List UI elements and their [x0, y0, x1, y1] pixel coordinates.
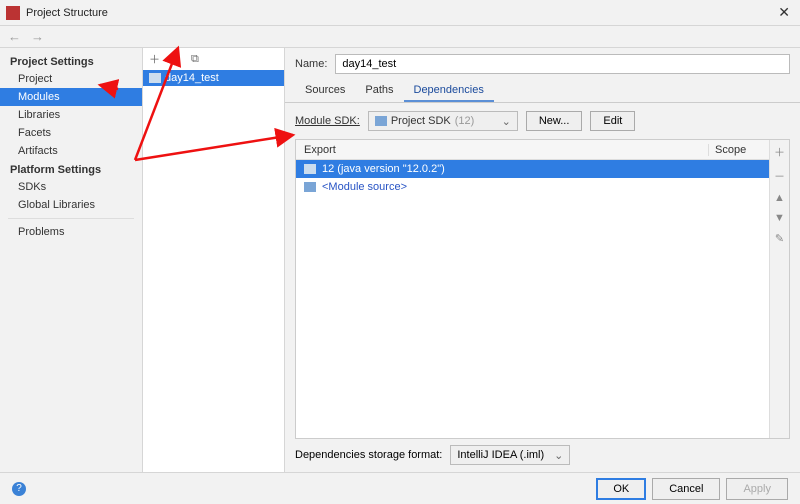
sidebar-item-project[interactable]: Project — [0, 70, 142, 88]
tab-sources[interactable]: Sources — [295, 80, 355, 102]
folder-icon — [304, 164, 316, 174]
sidebar-item-sdks[interactable]: SDKs — [0, 178, 142, 196]
window-title: Project Structure — [26, 7, 108, 19]
forward-icon[interactable]: → — [31, 29, 44, 44]
nav-toolbar: ← → — [0, 26, 800, 48]
module-row[interactable]: day14_test — [143, 70, 284, 86]
sidebar-item-artifacts[interactable]: Artifacts — [0, 142, 142, 160]
edit-icon[interactable]: ✎ — [775, 232, 784, 245]
copy-icon[interactable]: ⧉ — [191, 53, 199, 66]
storage-select[interactable]: IntelliJ IDEA (.iml) ⌄ — [450, 445, 570, 465]
sidebar-item-facets[interactable]: Facets — [0, 124, 142, 142]
folder-icon — [149, 73, 161, 83]
add-icon[interactable]: ＋ — [774, 144, 785, 160]
sdk-option-ver: (12) — [455, 115, 475, 127]
folder-icon — [304, 182, 316, 192]
remove-icon[interactable]: － — [170, 51, 181, 67]
dependency-row[interactable]: <Module source> — [296, 178, 769, 196]
down-icon[interactable]: ▼ — [774, 212, 785, 224]
chevron-down-icon: ⌄ — [554, 449, 563, 462]
app-icon — [6, 6, 20, 20]
sidebar-item-global-libraries[interactable]: Global Libraries — [0, 196, 142, 214]
new-sdk-button[interactable]: New... — [526, 111, 583, 131]
dependencies-table: Export Scope 12 (java version "12.0.2") … — [295, 139, 790, 439]
sidebar-divider — [8, 218, 134, 219]
sdk-option-name: Project SDK — [391, 115, 451, 127]
module-sdk-select[interactable]: Project SDK (12) ⌄ — [368, 111, 518, 131]
sidebar-item-modules[interactable]: Modules — [0, 88, 142, 106]
add-icon[interactable]: ＋ — [149, 51, 160, 67]
dependency-label: <Module source> — [322, 181, 407, 193]
apply-button: Apply — [726, 478, 788, 500]
dependency-label: 12 (java version "12.0.2") — [322, 163, 445, 175]
storage-option: IntelliJ IDEA (.iml) — [457, 449, 544, 461]
sidebar-item-problems[interactable]: Problems — [0, 223, 142, 241]
remove-icon[interactable]: － — [774, 168, 785, 184]
module-name: day14_test — [165, 72, 219, 84]
help-icon[interactable]: ? — [12, 482, 26, 496]
tab-paths[interactable]: Paths — [355, 80, 403, 102]
sidebar-item-libraries[interactable]: Libraries — [0, 106, 142, 124]
name-label: Name: — [295, 58, 327, 70]
back-icon[interactable]: ← — [8, 29, 21, 44]
titlebar: Project Structure ✕ — [0, 0, 800, 26]
export-header[interactable]: Export — [296, 144, 709, 156]
close-icon[interactable]: ✕ — [774, 4, 794, 21]
name-input[interactable] — [335, 54, 790, 74]
platform-settings-heading: Platform Settings — [0, 160, 142, 178]
edit-sdk-button[interactable]: Edit — [590, 111, 635, 131]
footer: ? OK Cancel Apply — [0, 472, 800, 504]
module-toolbar: ＋ － ⧉ — [143, 48, 284, 70]
scope-header[interactable]: Scope — [709, 144, 769, 156]
chevron-down-icon: ⌄ — [502, 115, 511, 128]
dependencies-side-toolbar: ＋ － ▲ ▼ ✎ — [769, 140, 789, 438]
tabs: Sources Paths Dependencies — [285, 80, 800, 103]
storage-label: Dependencies storage format: — [295, 449, 442, 461]
tab-dependencies[interactable]: Dependencies — [404, 80, 494, 102]
ok-button[interactable]: OK — [596, 478, 646, 500]
dependency-row[interactable]: 12 (java version "12.0.2") — [296, 160, 769, 178]
module-list: ＋ － ⧉ day14_test — [143, 48, 285, 472]
cancel-button[interactable]: Cancel — [652, 478, 720, 500]
up-icon[interactable]: ▲ — [774, 192, 785, 204]
sidebar: Project Settings Project Modules Librari… — [0, 48, 143, 472]
project-settings-heading: Project Settings — [0, 52, 142, 70]
sdk-icon — [375, 116, 387, 126]
module-sdk-label: Module SDK: — [295, 115, 360, 127]
detail-panel: Name: Sources Paths Dependencies Module … — [285, 48, 800, 472]
